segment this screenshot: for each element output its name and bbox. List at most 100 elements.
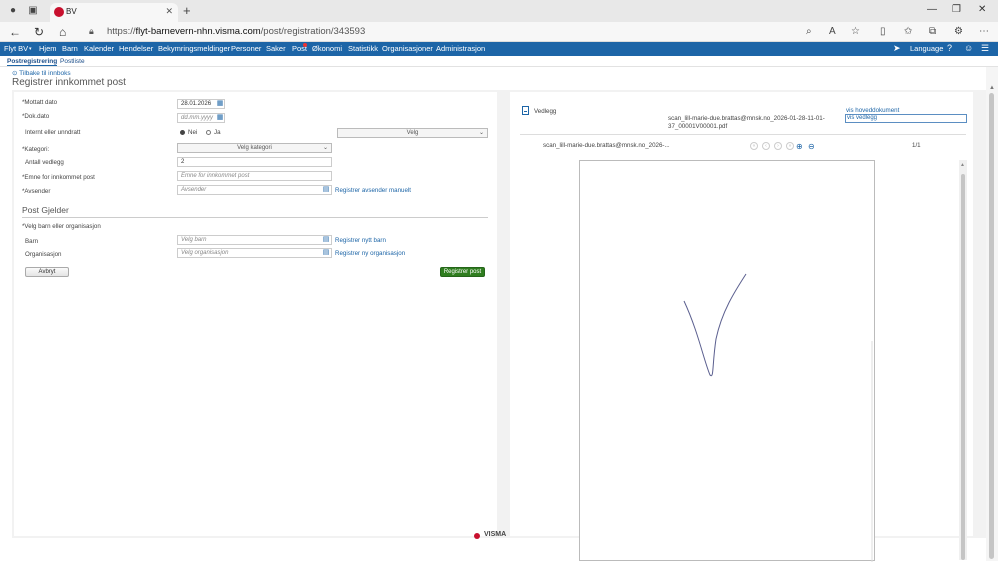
home-icon[interactable]: ⌂ <box>59 25 66 39</box>
category-select[interactable]: Velg kategori ⌄ <box>177 143 332 153</box>
tab-title: BV <box>66 7 77 16</box>
velg-select[interactable]: Velg ⌄ <box>337 128 488 138</box>
document-page <box>579 160 875 562</box>
nav-item-kalender[interactable]: Kalender <box>84 44 114 53</box>
attachments-label: Antall vedlegg <box>25 159 64 166</box>
register-child-link[interactable]: Registrer nytt barn <box>335 237 386 244</box>
zoom-in-icon[interactable]: ⊕ <box>796 142 803 151</box>
browser-tab-bar: ● ▣ BV ✕ + — ❐ ✕ <box>0 0 998 22</box>
menu-icon[interactable]: ☰ <box>981 43 989 54</box>
new-tab-icon[interactable]: + <box>183 3 191 18</box>
favorite-star-icon[interactable]: ☆ <box>851 26 860 37</box>
category-label: *Kategori: <box>22 146 50 153</box>
org-label: Organisasjon <box>25 251 62 258</box>
profile-icon[interactable]: ● <box>7 5 19 17</box>
subject-label: *Emne for innkommet post <box>22 174 95 181</box>
read-aloud-icon[interactable]: A <box>829 26 836 37</box>
subject-input[interactable]: Emne for innkommet post <box>177 171 332 181</box>
sender-input[interactable]: Avsender <box>177 185 332 195</box>
first-page-icon[interactable]: « <box>750 142 758 150</box>
back-arrow-icon[interactable]: ← <box>9 25 21 39</box>
nav-item-hendelser[interactable]: Hendelser <box>119 44 153 53</box>
last-page-icon[interactable]: » <box>786 142 794 150</box>
scroll-up-icon[interactable]: ▲ <box>989 85 995 91</box>
language-menu[interactable]: Language <box>910 44 943 53</box>
minimize-icon[interactable]: — <box>927 4 937 15</box>
send-icon[interactable]: ➤ <box>893 43 901 54</box>
attachments-input[interactable]: 2 <box>177 157 332 167</box>
sender-label: *Avsender <box>22 188 51 195</box>
help-icon[interactable]: ? <box>947 43 952 53</box>
nav-item-organisasjoner[interactable]: Organisasjoner <box>382 44 433 53</box>
next-page-icon[interactable]: › <box>774 142 782 150</box>
nav-item-okonomi[interactable]: Økonomi <box>312 44 342 53</box>
zoom-icon[interactable]: ⌕ <box>806 26 812 37</box>
tab-postliste[interactable]: Postliste <box>60 58 85 65</box>
footer-brand: VISMA <box>484 531 507 538</box>
calendar-icon[interactable]: ▦ <box>216 100 224 108</box>
handwritten-check-mark <box>683 273 873 562</box>
section-divider <box>22 217 488 218</box>
category-select-label: Velg kategori <box>237 145 272 151</box>
org-input[interactable]: Velg organisasjon <box>177 248 332 258</box>
nav-item-saker[interactable]: Saker <box>266 44 286 53</box>
visma-favicon-icon <box>54 7 64 17</box>
favorites-icon[interactable]: ✩ <box>904 26 912 37</box>
contact-card-icon[interactable]: ▤ <box>322 236 330 244</box>
velg-select-label: Velg <box>406 130 419 136</box>
nav-item-administrasjon[interactable]: Administrasjon <box>436 44 485 53</box>
user-icon[interactable]: ☺ <box>964 43 973 53</box>
tab-postregistrering[interactable]: Postregistrering <box>7 58 58 66</box>
nav-item-statistikk[interactable]: Statistikk <box>348 44 378 53</box>
file-name-line-1: scan_lill-marie-due.brattas@mnsk.no_2026… <box>668 115 825 122</box>
main-nav: Flyt BV ▾ Hjem Barn Kalender Hendelser B… <box>0 42 998 56</box>
child-or-org-label: *Velg barn eller organisasjon <box>22 223 101 230</box>
attachment-link[interactable]: vis vedlegg <box>845 114 967 123</box>
page-scroll-thumb[interactable] <box>989 93 994 559</box>
page-counter: 1/1 <box>912 142 921 149</box>
nav-item-bekymringsmeldinger[interactable]: Bekymringsmeldinger <box>158 44 230 53</box>
cancel-button[interactable]: Avbryt <box>25 267 69 277</box>
document-scrollbar[interactable]: ▲ <box>959 160 967 560</box>
more-menu-icon[interactable]: ⋯ <box>979 26 989 37</box>
prev-page-icon[interactable]: ‹ <box>762 142 770 150</box>
zoom-out-icon[interactable]: ⊖ <box>808 142 815 151</box>
document-scroll-thumb[interactable] <box>961 174 965 560</box>
contact-card-icon[interactable]: ▤ <box>322 249 330 257</box>
chevron-down-icon[interactable]: ▾ <box>29 46 32 52</box>
restore-icon[interactable]: ❐ <box>952 4 961 15</box>
pdf-file-icon <box>522 106 529 115</box>
url-field[interactable]: 🔒︎ https://flyt-barnevern-nhn.visma.com/… <box>82 24 842 40</box>
tab-actions-icon[interactable]: ▣ <box>27 5 39 17</box>
radio-no-label: Nei <box>188 129 198 136</box>
register-org-link[interactable]: Registrer ny organisasjon <box>335 250 405 257</box>
notification-badge <box>303 43 307 47</box>
chevron-down-icon: ⌄ <box>322 145 328 151</box>
back-to-inbox-link[interactable]: ⊙ Tilbake til innboks <box>12 69 71 77</box>
internal-label: Internt eller unndratt <box>25 129 81 136</box>
attachment-label: Vedlegg <box>534 108 557 115</box>
viewer-file-name: scan_lill-marie-due.brattas@mnsk.no_2026… <box>543 142 670 149</box>
main-document-link[interactable]: vis hoveddokument <box>846 107 899 114</box>
viewer-divider <box>520 134 966 135</box>
page-scrollbar[interactable]: ▲ <box>986 67 998 561</box>
nav-item-hjem[interactable]: Hjem <box>39 44 57 53</box>
nav-item-personer[interactable]: Personer <box>231 44 261 53</box>
nav-item-flyt-bv[interactable]: Flyt BV <box>4 44 28 53</box>
browser-tab[interactable]: BV ✕ <box>50 3 178 22</box>
register-post-button[interactable]: Registrer post <box>440 267 485 277</box>
collections-icon[interactable]: ⧉ <box>929 26 936 37</box>
nav-item-barn[interactable]: Barn <box>62 44 78 53</box>
split-screen-icon[interactable]: ▯ <box>880 26 886 37</box>
radio-yes[interactable] <box>206 130 211 135</box>
child-input[interactable]: Velg barn <box>177 235 332 245</box>
register-sender-link[interactable]: Registrer avsender manuelt <box>335 187 411 194</box>
extensions-icon[interactable]: ⚙ <box>954 26 963 37</box>
calendar-icon[interactable]: ▦ <box>216 114 224 122</box>
close-tab-icon[interactable]: ✕ <box>165 6 173 17</box>
contact-card-icon[interactable]: ▤ <box>322 186 330 194</box>
radio-no[interactable] <box>180 130 185 135</box>
scroll-up-icon[interactable]: ▲ <box>960 162 965 168</box>
close-window-icon[interactable]: ✕ <box>978 4 986 15</box>
reload-icon[interactable]: ↻ <box>34 25 44 39</box>
